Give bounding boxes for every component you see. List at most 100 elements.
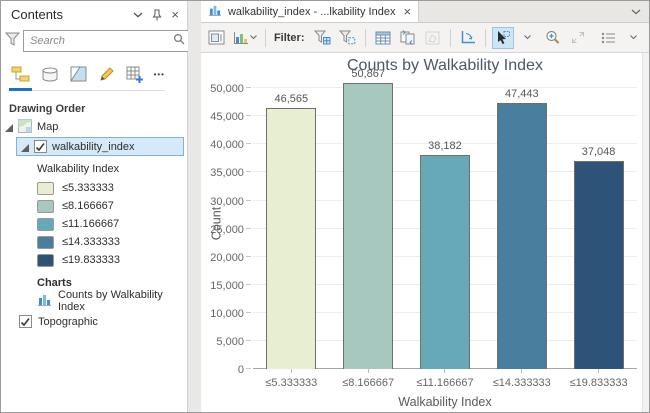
legend-class-item[interactable]: ≤8.166667 xyxy=(1,197,187,215)
tree-item-chart[interactable]: Counts by Walkability Index xyxy=(1,291,187,310)
legend-swatch[interactable] xyxy=(37,200,54,213)
chart-type-dropdown-button[interactable] xyxy=(231,27,259,49)
legend-swatch[interactable] xyxy=(37,218,54,231)
expand-triangle-icon[interactable] xyxy=(5,123,13,131)
x-tick-label: ≤8.166667 xyxy=(330,377,407,389)
list-by-selection-button[interactable] xyxy=(66,63,91,85)
x-tick-label: ≤19.833333 xyxy=(560,377,637,389)
switch-selection-button[interactable] xyxy=(397,27,419,49)
zoom-in-tool-button[interactable] xyxy=(542,27,564,49)
show-data-table-button[interactable] xyxy=(372,27,394,49)
y-tick-label: 45,000 xyxy=(210,111,244,123)
bar[interactable] xyxy=(497,103,547,369)
pin-icon[interactable] xyxy=(152,9,162,21)
tree-item-basemap[interactable]: Topographic xyxy=(1,312,187,331)
bar[interactable] xyxy=(266,108,316,369)
y-tick-mark xyxy=(246,284,251,285)
legend-options-button[interactable] xyxy=(597,27,619,49)
bar[interactable] xyxy=(420,155,470,369)
y-tick-mark xyxy=(246,340,251,341)
close-panel-icon[interactable]: × xyxy=(171,8,179,21)
legend-class-item[interactable]: ≤11.166667 xyxy=(1,215,187,233)
x-tick-mark xyxy=(444,369,445,373)
y-tick-label: 5,000 xyxy=(216,336,244,348)
legend-class-item[interactable]: ≤14.333333 xyxy=(1,233,187,251)
chart-title: Counts by Walkability Index xyxy=(253,57,637,75)
x-tick-mark xyxy=(291,369,292,373)
filter-label: Filter: xyxy=(274,32,305,44)
clear-selection-button-disabled xyxy=(422,27,444,49)
search-icon[interactable] xyxy=(173,32,185,50)
charts-section-heading: Charts xyxy=(37,277,187,289)
x-tick-mark xyxy=(521,369,522,373)
chart-toolbar: Filter: xyxy=(201,23,649,53)
rotate-chart-axes-button[interactable] xyxy=(457,27,479,49)
legend-swatch[interactable] xyxy=(37,254,54,267)
expand-triangle-icon[interactable] xyxy=(21,143,29,151)
legend-class-label: ≤11.166667 xyxy=(62,218,119,230)
basemap-visibility-checkbox[interactable] xyxy=(19,315,32,328)
y-tick-mark xyxy=(246,200,251,201)
panel-menu-chevron-icon[interactable] xyxy=(133,12,143,18)
y-tick-mark xyxy=(246,256,251,257)
bar[interactable] xyxy=(574,161,624,369)
bar-chart-icon xyxy=(208,4,222,19)
panel-divider[interactable] xyxy=(188,1,201,412)
y-tick-mark xyxy=(246,228,251,229)
y-tick-mark xyxy=(246,143,251,144)
x-tick-label: ≤11.166667 xyxy=(407,377,484,389)
chart-properties-button[interactable] xyxy=(206,27,228,49)
bar-band: 47,443 xyxy=(483,77,560,369)
map-label: Map xyxy=(37,121,58,133)
chart-item-label: Counts by Walkability Index xyxy=(58,289,187,313)
tree-item-layer-selected[interactable]: walkability_index xyxy=(16,137,184,156)
bar-band: 50,867 xyxy=(330,77,407,369)
legend-options-chevron-icon[interactable] xyxy=(622,27,644,49)
list-by-data-source-button[interactable] xyxy=(38,63,63,85)
chart-tab[interactable]: walkability_index - ...lkability Index × xyxy=(201,1,419,22)
filter-results-icon[interactable] xyxy=(5,32,20,51)
y-tick-label: 15,000 xyxy=(210,280,244,292)
x-tick-label: ≤5.333333 xyxy=(253,377,330,389)
y-tick-label: 50,000 xyxy=(210,83,244,95)
search-box xyxy=(23,30,203,52)
y-tick-mark xyxy=(246,368,251,369)
panel-title: Contents xyxy=(11,7,133,22)
list-by-drawing-order-button[interactable] xyxy=(9,63,34,85)
legend-class-item[interactable]: ≤19.833333 xyxy=(1,251,187,269)
tree-item-map[interactable]: Map xyxy=(1,118,187,136)
basemap-label: Topographic xyxy=(38,316,98,328)
bar-band: 37,048 xyxy=(560,77,637,369)
bar-band: 38,182 xyxy=(407,77,484,369)
arcgis-pro-window: Contents × xyxy=(0,0,650,413)
search-input[interactable] xyxy=(30,35,173,47)
tab-list-chevron-icon[interactable] xyxy=(623,1,649,22)
legend-class-label: ≤5.333333 xyxy=(62,182,114,194)
bar-value-label: 38,182 xyxy=(407,140,484,152)
y-tick-mark xyxy=(246,87,251,88)
list-by-editing-button[interactable] xyxy=(95,63,120,85)
y-tick-mark xyxy=(246,312,251,313)
bar-value-label: 50,867 xyxy=(330,68,407,80)
bar[interactable] xyxy=(343,83,393,369)
legend-swatch[interactable] xyxy=(37,182,54,195)
select-tool-button[interactable] xyxy=(492,27,514,49)
y-tick-mark xyxy=(246,115,251,116)
legend-swatch[interactable] xyxy=(37,236,54,249)
legend-class-label: ≤19.833333 xyxy=(62,254,120,266)
more-options-icon[interactable]: ••• xyxy=(152,70,165,79)
scrollbar-track[interactable] xyxy=(642,53,649,412)
y-tick-label: 35,000 xyxy=(210,167,244,179)
layer-label: walkability_index xyxy=(52,141,135,153)
x-axis-title: Walkability Index xyxy=(253,395,637,409)
filter-by-selection-button[interactable] xyxy=(337,27,359,49)
bar-value-label: 47,443 xyxy=(483,88,560,100)
y-tick-label: 40,000 xyxy=(210,139,244,151)
layer-visibility-checkbox[interactable] xyxy=(34,140,47,153)
list-by-labeling-button[interactable] xyxy=(123,63,148,85)
legend-class-item[interactable]: ≤5.333333 xyxy=(1,179,187,197)
close-tab-icon[interactable]: × xyxy=(403,5,411,18)
select-tool-chevron-icon[interactable] xyxy=(517,27,539,49)
filter-by-extent-button[interactable] xyxy=(312,27,334,49)
legend-class-label: ≤14.333333 xyxy=(62,236,120,248)
